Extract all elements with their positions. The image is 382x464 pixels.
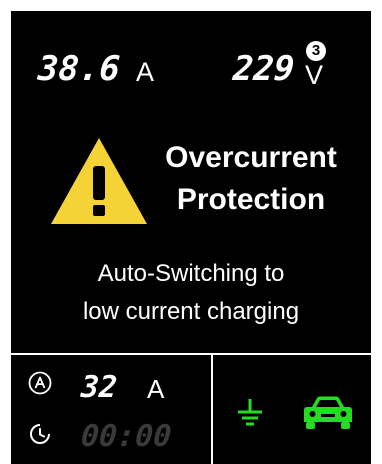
voltage-value: 229 [231, 49, 296, 89]
warning-title-line2: Protection [176, 183, 326, 216]
warning-message-line1: Auto-Switching to [97, 260, 285, 287]
current-unit: A [136, 57, 155, 87]
car-icon [304, 396, 352, 429]
vertical-divider [211, 355, 213, 464]
warning-message: Auto-Switching to low current charging [11, 255, 371, 331]
amp-circle-icon [28, 371, 52, 395]
warning-title-line1: Overcurrent [165, 141, 337, 174]
warning-message-line2: low current charging [82, 298, 300, 325]
current-value: 38.6 [36, 49, 122, 89]
warning-title: Overcurrent Protection [151, 137, 351, 221]
charger-display: 38.6 A 229 V 3 Overcurrent Protection Au… [11, 11, 371, 464]
timer-display: 00:00 [79, 419, 173, 454]
clock-icon [30, 424, 50, 444]
voltage-unit: V [305, 60, 324, 90]
phase-badge: 3 [306, 41, 326, 61]
set-current-value: 32 [79, 370, 119, 405]
set-current-unit: A [147, 374, 165, 404]
ground-icon [238, 399, 262, 426]
warning-triangle-icon [51, 138, 147, 224]
horizontal-divider [11, 353, 371, 355]
